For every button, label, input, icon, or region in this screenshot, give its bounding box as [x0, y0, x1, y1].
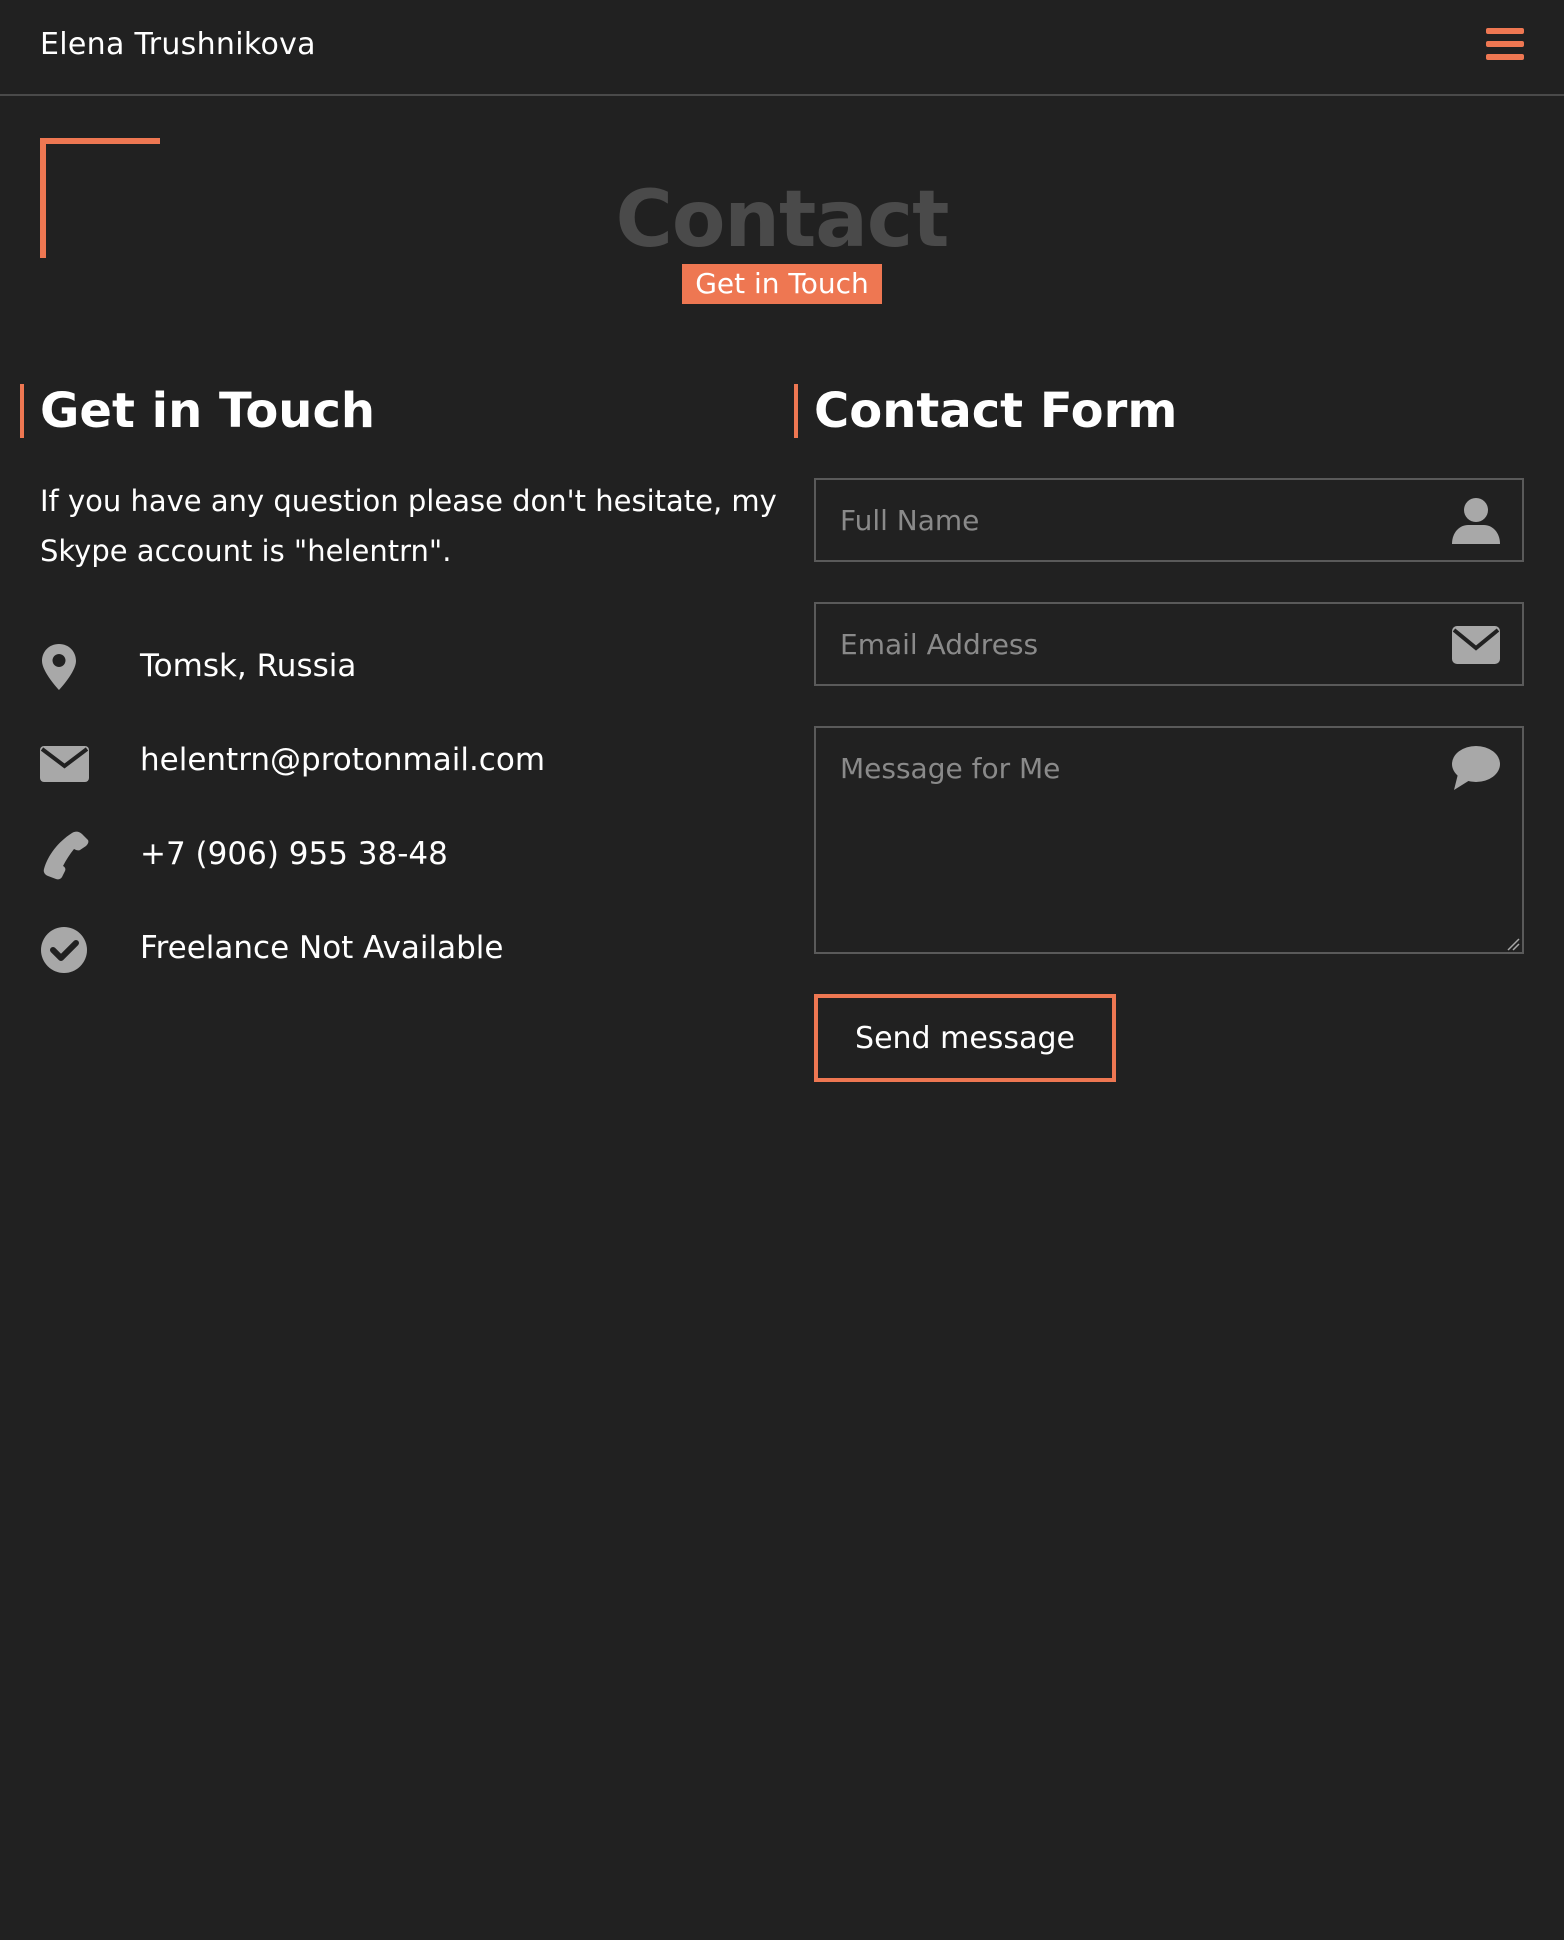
- send-message-button[interactable]: Send message: [814, 994, 1116, 1082]
- site-brand[interactable]: Elena Trushnikova: [40, 24, 316, 66]
- contact-form-heading: Contact Form: [794, 384, 1177, 438]
- envelope-icon: [1450, 622, 1502, 672]
- phone-text[interactable]: +7 (906) 955 38-48: [140, 832, 448, 876]
- phone-icon: [40, 830, 90, 880]
- location-text: Tomsk, Russia: [140, 648, 357, 684]
- message-field: [814, 726, 1524, 954]
- location-item: Tomsk, Russia: [40, 638, 740, 694]
- user-icon: [1450, 496, 1502, 546]
- message-textarea[interactable]: [816, 728, 1522, 952]
- full-name-field: [814, 478, 1524, 562]
- resize-handle-icon[interactable]: [1506, 936, 1520, 951]
- hamburger-menu-icon[interactable]: [1486, 28, 1524, 60]
- section-title: Contact: [615, 175, 950, 265]
- freelance-status-text: Freelance Not Available: [140, 930, 504, 966]
- section-subtitle-badge: Get in Touch: [682, 264, 882, 304]
- top-navbar: Elena Trushnikova: [0, 0, 1564, 96]
- email-address-field: [814, 602, 1524, 686]
- map-marker-icon: [40, 642, 90, 692]
- get-in-touch-heading: Get in Touch: [20, 384, 375, 438]
- envelope-icon: [40, 736, 90, 786]
- email-address-input[interactable]: [816, 604, 1522, 684]
- check-circle-icon: [40, 924, 90, 974]
- full-name-input[interactable]: [816, 480, 1522, 560]
- phone-item: +7 (906) 955 38-48: [40, 826, 740, 882]
- email-text[interactable]: helentrn@protonmail.com: [140, 738, 545, 782]
- freelance-status-item: Freelance Not Available: [40, 920, 740, 976]
- email-item: helentrn@protonmail.com: [40, 732, 740, 788]
- speech-bubble-icon: [1450, 744, 1502, 794]
- contact-intro-text: If you have any question please don't he…: [40, 484, 777, 568]
